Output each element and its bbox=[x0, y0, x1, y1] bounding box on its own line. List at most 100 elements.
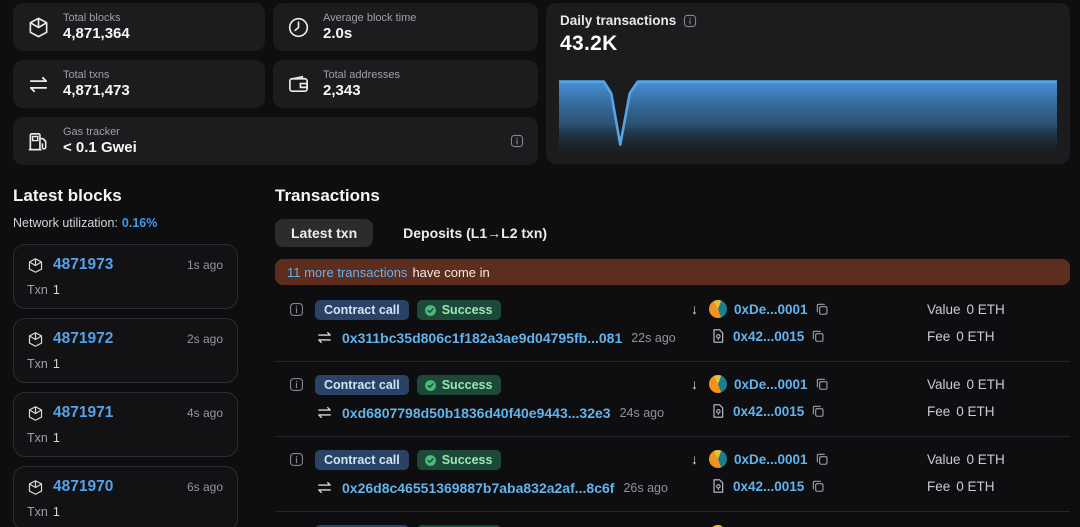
cube-icon bbox=[27, 479, 44, 496]
block-card[interactable]: 4871971 4s ago Txn1 bbox=[13, 392, 238, 457]
block-txn-label: Txn bbox=[27, 505, 48, 519]
contract-doc-icon bbox=[710, 403, 726, 419]
tx-type-badge: Contract call bbox=[315, 300, 409, 320]
clock-icon bbox=[287, 16, 310, 39]
wallet-icon bbox=[287, 73, 310, 96]
tx-time: 26s ago bbox=[623, 481, 667, 495]
to-address-link[interactable]: 0x42...0015 bbox=[733, 329, 804, 344]
block-card[interactable]: 4871970 6s ago Txn 1 bbox=[13, 466, 238, 527]
transaction-row: Contract call Success 0xd6807798d50b1836… bbox=[275, 362, 1070, 437]
stat-value: 2.0s bbox=[323, 25, 416, 42]
stat-value: 4,871,473 bbox=[63, 82, 130, 99]
network-utilization-label: Network utilization: bbox=[13, 216, 118, 230]
cube-icon bbox=[27, 331, 44, 348]
daily-transactions-chart bbox=[559, 73, 1057, 159]
fee-label: Fee bbox=[927, 479, 950, 494]
check-circle-icon bbox=[424, 379, 437, 392]
transactions-section: Transactions Latest txn Deposits (L1→L2 … bbox=[275, 186, 1070, 527]
from-address-link[interactable]: 0xDe...0001 bbox=[734, 377, 808, 392]
to-address-link[interactable]: 0x42...0015 bbox=[733, 479, 804, 494]
stat-card-total-txns: Total txns 4,871,473 bbox=[13, 60, 265, 108]
copy-icon[interactable] bbox=[811, 404, 825, 418]
stat-label: Total txns bbox=[63, 69, 130, 82]
daily-transactions-value: 43.2K bbox=[560, 32, 1058, 56]
new-transactions-link[interactable]: 11 more transactions bbox=[287, 265, 407, 280]
tx-time: 24s ago bbox=[620, 406, 664, 420]
info-icon[interactable] bbox=[289, 302, 304, 317]
value-amount: 0 ETH bbox=[967, 452, 1005, 467]
transactions-tabs: Latest txn Deposits (L1→L2 txn) bbox=[275, 219, 1070, 247]
tab-deposits[interactable]: Deposits (L1→L2 txn) bbox=[387, 219, 563, 247]
down-arrow-icon: ↓ bbox=[687, 301, 702, 317]
new-transactions-alert: 11 more transactions have come in bbox=[275, 259, 1070, 285]
new-transactions-text: have come in bbox=[412, 265, 489, 280]
tx-status-badge: Success bbox=[417, 450, 502, 470]
stat-card-total-blocks: Total blocks 4,871,364 bbox=[13, 3, 265, 51]
value-amount: 0 ETH bbox=[967, 302, 1005, 317]
stat-label: Average block time bbox=[323, 12, 416, 25]
down-arrow-icon: ↓ bbox=[687, 376, 702, 392]
tx-type-badge: Contract call bbox=[315, 450, 409, 470]
block-txn-label: Txn bbox=[27, 431, 48, 445]
tx-status-badge: Success bbox=[417, 300, 502, 320]
copy-icon[interactable] bbox=[815, 302, 829, 316]
tx-type-badge: Contract call bbox=[315, 375, 409, 395]
cube-icon bbox=[27, 405, 44, 422]
block-number-link[interactable]: 4871970 bbox=[53, 478, 113, 496]
copy-icon[interactable] bbox=[815, 452, 829, 466]
info-icon[interactable] bbox=[289, 452, 304, 467]
transfers-icon bbox=[316, 404, 333, 421]
block-txn-count: 1 bbox=[53, 357, 60, 371]
from-address-link[interactable]: 0xDe...0001 bbox=[734, 452, 808, 467]
transaction-row: Contract call Success 0x311bc35d806c1f18… bbox=[275, 287, 1070, 362]
stats-section: Total blocks 4,871,364 Average block tim… bbox=[0, 0, 1080, 165]
stat-label: Total blocks bbox=[63, 12, 130, 25]
block-number-link[interactable]: 4871973 bbox=[53, 256, 113, 274]
fee-amount: 0 ETH bbox=[956, 404, 994, 419]
transfers-icon bbox=[27, 73, 50, 96]
latest-blocks-section: Latest blocks Network utilization:0.16% … bbox=[13, 186, 238, 527]
block-txn-count: 1 bbox=[53, 431, 60, 445]
tab-latest-txn[interactable]: Latest txn bbox=[275, 219, 373, 247]
gas-pump-icon bbox=[27, 130, 50, 153]
transfers-icon bbox=[316, 479, 333, 496]
block-number-link[interactable]: 4871972 bbox=[53, 330, 113, 348]
transactions-list: Contract call Success 0x311bc35d806c1f18… bbox=[275, 287, 1070, 527]
block-txn-count: 1 bbox=[53, 505, 60, 519]
from-address-avatar bbox=[709, 300, 727, 318]
block-card[interactable]: 4871972 2s ago Txn1 bbox=[13, 318, 238, 383]
cube-icon bbox=[27, 257, 44, 274]
value-amount: 0 ETH bbox=[967, 377, 1005, 392]
tx-hash-link[interactable]: 0x26d8c46551369887b7aba832a2af...8c6f bbox=[342, 480, 614, 496]
tx-time: 22s ago bbox=[631, 331, 675, 345]
stat-card-total-addresses: Total addresses 2,343 bbox=[273, 60, 538, 108]
copy-icon[interactable] bbox=[815, 377, 829, 391]
stat-value: 4,871,364 bbox=[63, 25, 130, 42]
value-label: Value bbox=[927, 302, 961, 317]
block-txn-label: Txn bbox=[27, 283, 48, 297]
transaction-row: Contract call Success bbox=[275, 512, 1070, 527]
copy-icon[interactable] bbox=[811, 479, 825, 493]
info-icon[interactable] bbox=[289, 377, 304, 392]
to-address-link[interactable]: 0x42...0015 bbox=[733, 404, 804, 419]
transaction-row: Contract call Success 0x26d8c46551369887… bbox=[275, 437, 1070, 512]
tx-hash-link[interactable]: 0x311bc35d806c1f182a3ae9d04795fb...081 bbox=[342, 330, 622, 346]
block-time: 6s ago bbox=[187, 480, 223, 494]
stat-label: Total addresses bbox=[323, 69, 400, 82]
block-txn-count: 1 bbox=[53, 283, 60, 297]
contract-doc-icon bbox=[710, 328, 726, 344]
copy-icon[interactable] bbox=[811, 329, 825, 343]
block-time: 1s ago bbox=[187, 258, 223, 272]
info-icon[interactable] bbox=[683, 14, 697, 28]
stat-value: 2,343 bbox=[323, 82, 400, 99]
stat-card-average-block-time: Average block time 2.0s bbox=[273, 3, 538, 51]
block-number-link[interactable]: 4871971 bbox=[53, 404, 113, 422]
info-icon[interactable] bbox=[510, 134, 524, 148]
down-arrow-icon: ↓ bbox=[687, 451, 702, 467]
block-card[interactable]: 4871973 1s ago Txn 1 bbox=[13, 244, 238, 309]
chart-title: Daily transactions bbox=[560, 13, 676, 28]
stat-label: Gas tracker bbox=[63, 126, 137, 139]
from-address-link[interactable]: 0xDe...0001 bbox=[734, 302, 808, 317]
latest-blocks-title: Latest blocks bbox=[13, 186, 238, 206]
tx-hash-link[interactable]: 0xd6807798d50b1836d40f40e9443...32e3 bbox=[342, 405, 611, 421]
